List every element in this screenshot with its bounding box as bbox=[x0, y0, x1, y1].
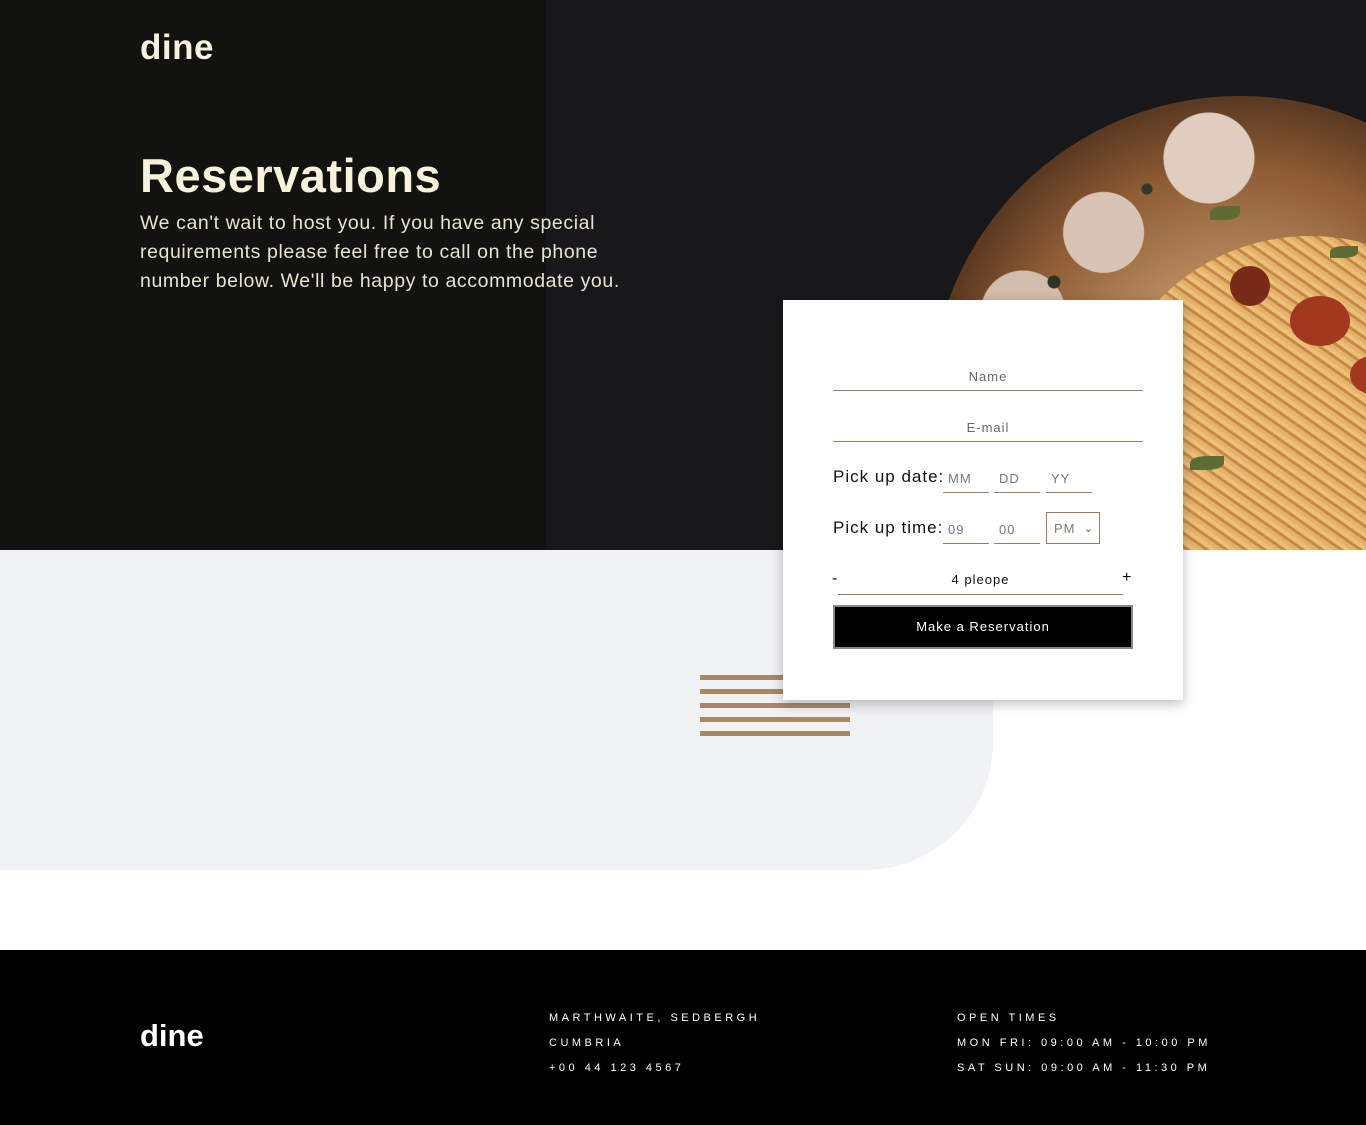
email-placeholder: E-mail bbox=[966, 420, 1010, 435]
date-month-placeholder: MM bbox=[948, 471, 972, 486]
phone-number: +00 44 123 4567 bbox=[549, 1062, 685, 1074]
time-hour-input[interactable]: 09 bbox=[943, 514, 989, 544]
ampm-value: PM bbox=[1054, 521, 1076, 536]
time-minute-placeholder: 00 bbox=[999, 522, 1016, 537]
date-month-input[interactable]: MM bbox=[943, 463, 989, 493]
tomato bbox=[1290, 296, 1350, 346]
increase-people-button[interactable]: + bbox=[1122, 569, 1131, 587]
address-line: MARTHWAITE, SEDBERGH bbox=[549, 1012, 761, 1024]
logo[interactable]: dine bbox=[140, 28, 214, 68]
time-minute-input[interactable]: 00 bbox=[994, 514, 1040, 544]
make-reservation-button[interactable]: Make a Reservation bbox=[833, 605, 1133, 649]
date-year-placeholder: YY bbox=[1051, 471, 1071, 486]
hours-line: MON FRI: 09:00 AM - 10:00 PM bbox=[957, 1037, 1211, 1049]
date-label: Pick up date: bbox=[833, 467, 945, 486]
email-field[interactable]: E-mail bbox=[833, 402, 1143, 442]
name-placeholder: Name bbox=[968, 369, 1008, 384]
time-label: Pick up time: bbox=[833, 518, 944, 537]
herb bbox=[1190, 456, 1224, 470]
date-day-placeholder: DD bbox=[999, 471, 1020, 486]
time-hour-placeholder: 09 bbox=[948, 522, 965, 537]
address-line: CUMBRIA bbox=[549, 1037, 625, 1049]
reservation-form: Name E-mail Pick up date: MM DD YY Pick … bbox=[783, 300, 1183, 700]
date-year-input[interactable]: YY bbox=[1046, 463, 1092, 493]
footer-address: MARTHWAITE, SEDBERGH CUMBRIA +00 44 123 … bbox=[549, 1006, 760, 1081]
footer-logo[interactable]: dine bbox=[140, 1018, 204, 1054]
hours-line: SAT SUN: 09:00 AM - 11:30 PM bbox=[957, 1062, 1211, 1074]
page-title: Reservations bbox=[140, 149, 442, 202]
people-count-label: 4 pleope bbox=[951, 572, 1010, 587]
footer-hours: OPEN TIMES MON FRI: 09:00 AM - 10:00 PM … bbox=[957, 1006, 1211, 1081]
footer: dine MARTHWAITE, SEDBERGH CUMBRIA +00 44… bbox=[0, 950, 1366, 1125]
tomato bbox=[1230, 266, 1270, 306]
ampm-select[interactable]: PM ⌄ bbox=[1046, 512, 1100, 544]
date-day-input[interactable]: DD bbox=[994, 463, 1040, 493]
people-count: 4 pleope bbox=[838, 564, 1123, 595]
hero-description: We can't wait to host you. If you have a… bbox=[140, 212, 620, 292]
chevron-down-icon: ⌄ bbox=[1083, 523, 1093, 535]
herb bbox=[1330, 246, 1358, 258]
hours-heading: OPEN TIMES bbox=[957, 1012, 1060, 1024]
name-field[interactable]: Name bbox=[833, 351, 1143, 391]
herb bbox=[1210, 206, 1240, 220]
decrease-people-button[interactable]: - bbox=[832, 570, 837, 588]
